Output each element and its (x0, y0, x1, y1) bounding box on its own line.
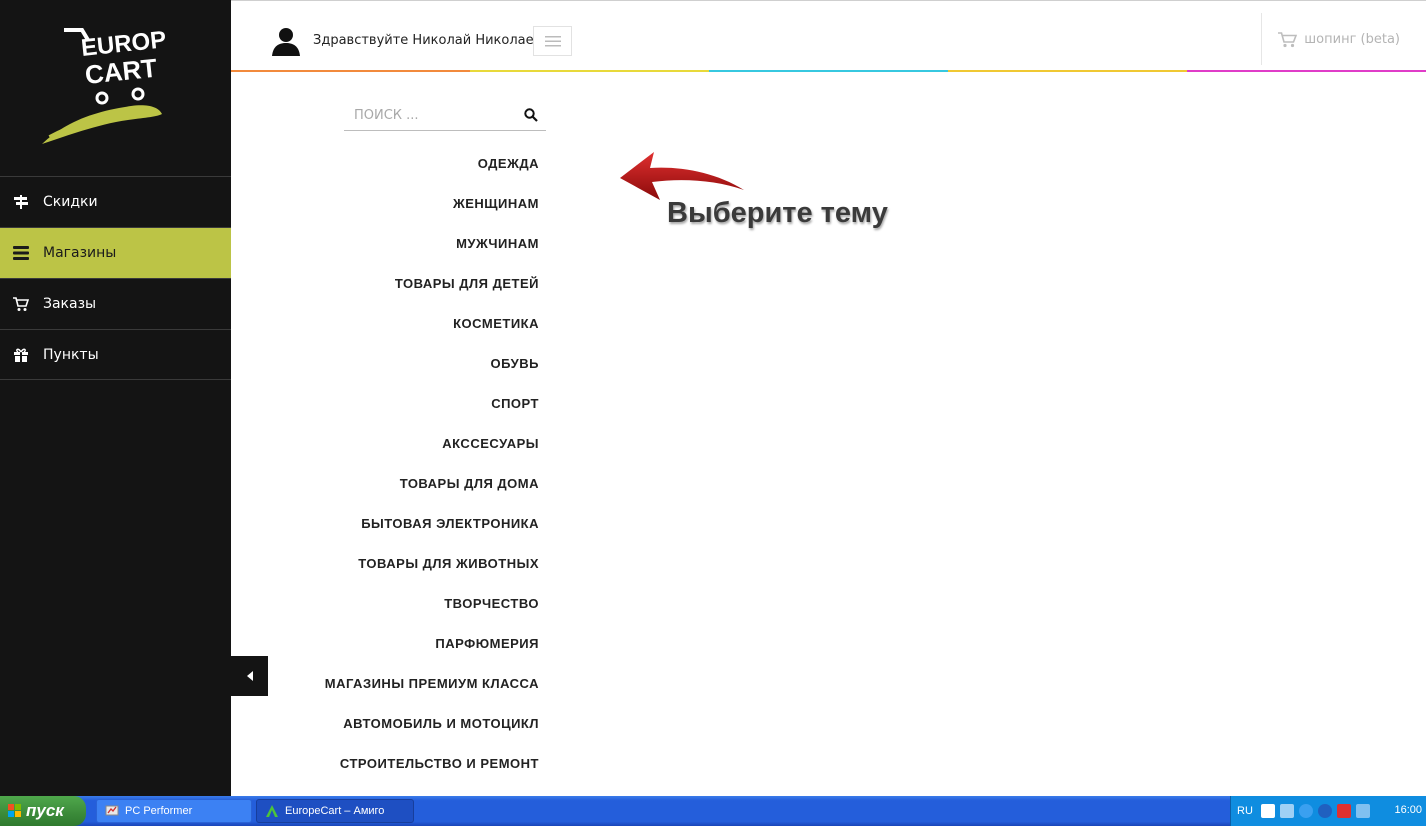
category-link[interactable]: ОБУВЬ (300, 343, 539, 383)
back-icon[interactable] (1298, 804, 1313, 818)
rainbow-segment (470, 70, 709, 72)
hamburger-menu-button[interactable] (533, 26, 572, 56)
sidebar-nav: Скидки Магазины Заказы Пункты (0, 176, 231, 380)
windows-taskbar: пуск PC Performer EuropeCart – Амиго RU … (0, 796, 1426, 826)
task-label: PC Performer (125, 805, 193, 817)
header-rainbow-line (231, 70, 1426, 72)
pc-performer-icon (105, 805, 119, 816)
start-label: пуск (26, 801, 64, 820)
rainbow-segment (231, 70, 470, 72)
category-link[interactable]: ОДЕЖДА (300, 143, 539, 183)
start-button[interactable]: пуск (0, 796, 86, 826)
amigo-browser-icon (266, 805, 278, 817)
sidebar-item-discounts[interactable]: Скидки (0, 176, 231, 227)
sidebar-item-label: Магазины (43, 245, 117, 261)
task-label: EuropeCart – Амиго (285, 805, 385, 817)
cart-icon (1278, 32, 1298, 48)
category-link[interactable]: СТРОИТЕЛЬСТВО И РЕМОНТ (300, 743, 539, 783)
network-icon[interactable] (1279, 804, 1294, 818)
category-link[interactable]: КОСМЕТИКА (300, 303, 539, 343)
sidebar-item-orders[interactable]: Заказы (0, 278, 231, 329)
sidebar: EUROPE CART Скидки Магазины Заказы Пункт… (0, 0, 231, 796)
header-divider (1261, 13, 1262, 65)
category-list: ОДЕЖДА ЖЕНЩИНАМ МУЖЧИНАМ ТОВАРЫ ДЛЯ ДЕТЕЙ КО… (300, 143, 539, 783)
rainbow-segment (709, 70, 948, 72)
chevron-left-icon (246, 671, 253, 681)
system-tray: RU 16:00 (1230, 796, 1426, 826)
category-link[interactable]: СПОРТ (300, 383, 539, 423)
sidebar-item-points[interactable]: Пункты (0, 329, 231, 380)
signpost-icon (13, 194, 29, 210)
sidebar-item-label: Скидки (43, 194, 98, 210)
category-link[interactable]: ПАРФЮМЕРИЯ (300, 623, 539, 663)
taskbar-app-pc-performer[interactable]: PC Performer (96, 799, 252, 823)
gift-icon (13, 347, 29, 363)
search-icon[interactable] (524, 108, 538, 122)
sidebar-item-label: Пункты (43, 346, 99, 363)
category-link[interactable]: ТОВАРЫ ДЛЯ ДЕТЕЙ (300, 263, 539, 303)
help-icon[interactable] (1260, 804, 1275, 818)
user-greeting: Здравствуйте Николай Николаев! (313, 33, 547, 48)
logo-line2: CART (83, 53, 158, 90)
category-link[interactable]: ТОВАРЫ ДЛЯ ДОМА (300, 463, 539, 503)
category-link[interactable]: МАГАЗИНЫ ПРЕМИУМ КЛАССА (300, 663, 539, 703)
category-link[interactable]: БЫТОВАЯ ЭЛЕКТРОНИКА (300, 503, 539, 543)
rainbow-segment (1187, 70, 1426, 72)
sidebar-item-label: Заказы (43, 296, 97, 312)
europecart-logo[interactable]: EUROPE CART (36, 26, 166, 148)
hamburger-icon (544, 35, 561, 46)
user-icon (272, 28, 300, 56)
language-indicator[interactable]: RU (1237, 805, 1253, 817)
windows-flag-icon (8, 804, 21, 817)
cart-label: шопинг (beta) (1304, 32, 1400, 47)
category-link[interactable]: ТВОРЧЕСТВО (300, 583, 539, 623)
shopping-cart-link[interactable]: шопинг (beta) (1278, 31, 1400, 48)
sidebar-collapse-button[interactable] (231, 656, 268, 696)
clock: 16:00 (1394, 804, 1422, 816)
rainbow-segment (948, 70, 1187, 72)
search-input[interactable] (344, 101, 514, 129)
sidebar-item-shops[interactable]: Магазины (0, 227, 231, 278)
category-link[interactable]: ЖЕНЩИНАМ (300, 183, 539, 223)
category-link[interactable]: АВТОМОБИЛЬ И МОТОЦИКЛ (300, 703, 539, 743)
antivirus-icon[interactable] (1336, 804, 1351, 818)
top-header: Здравствуйте Николай Николаев! шопинг (b… (231, 0, 1426, 72)
mail-icon[interactable] (1355, 804, 1370, 818)
category-link[interactable]: ТОВАРЫ ДЛЯ ЖИВОТНЫХ (300, 543, 539, 583)
category-link[interactable]: АКССЕСУАРЫ (300, 423, 539, 463)
hint-text: Выберите тему (667, 197, 888, 229)
taskbar-app-europecart[interactable]: EuropeCart – Амиго (256, 799, 414, 823)
download-icon[interactable] (1317, 804, 1332, 818)
search-box (344, 101, 546, 131)
list-icon (13, 245, 29, 261)
cart-icon (13, 296, 29, 312)
category-link[interactable]: МУЖЧИНАМ (300, 223, 539, 263)
